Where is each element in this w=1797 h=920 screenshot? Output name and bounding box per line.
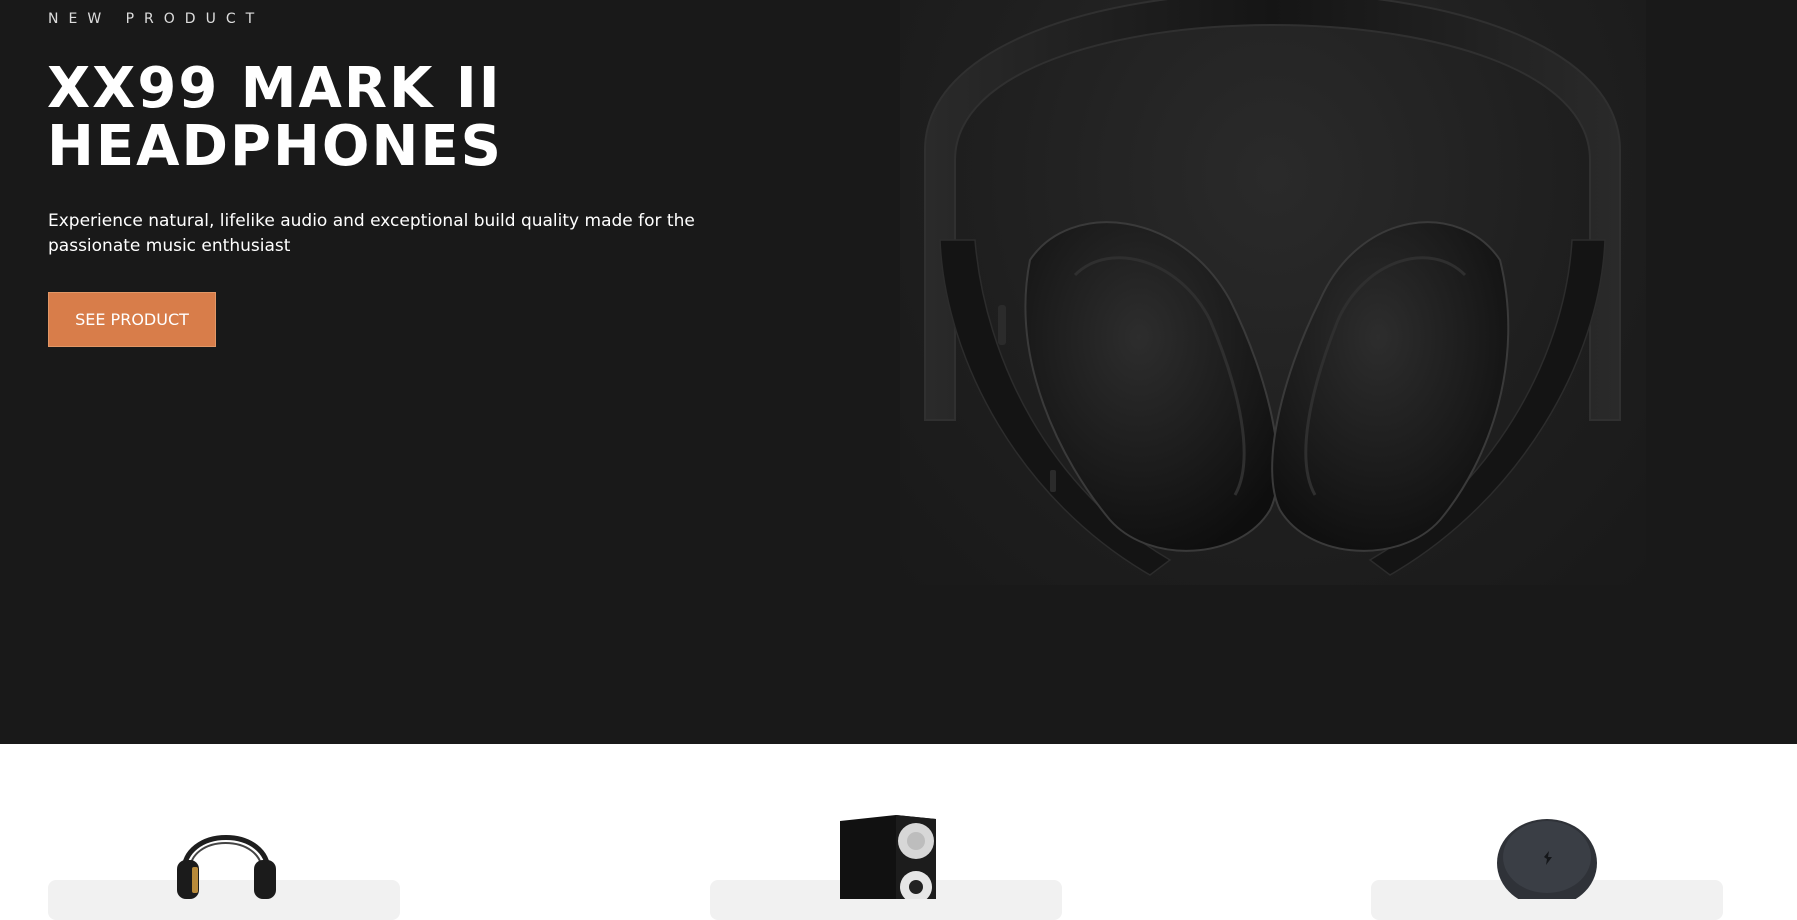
new-product-overline: NEW PRODUCT [48,11,265,27]
hero-section: NEW PRODUCT XX99 MARK II HEADPHONES Expe… [0,0,1797,744]
product-description: Experience natural, lifelike audio and e… [48,211,695,256]
see-product-button[interactable]: SEE PRODUCT [48,292,216,347]
speaker-thumbnail-icon[interactable] [836,815,938,903]
product-title-line-2: HEADPHONES [47,114,503,179]
headphones-hero-image [900,0,1646,585]
product-title: XX99 MARK II HEADPHONES [47,60,567,176]
earphones-thumbnail-icon[interactable] [1496,815,1598,907]
product-title-line-1: XX99 MARK II [47,56,502,121]
headphones-thumbnail-icon[interactable] [172,815,282,899]
